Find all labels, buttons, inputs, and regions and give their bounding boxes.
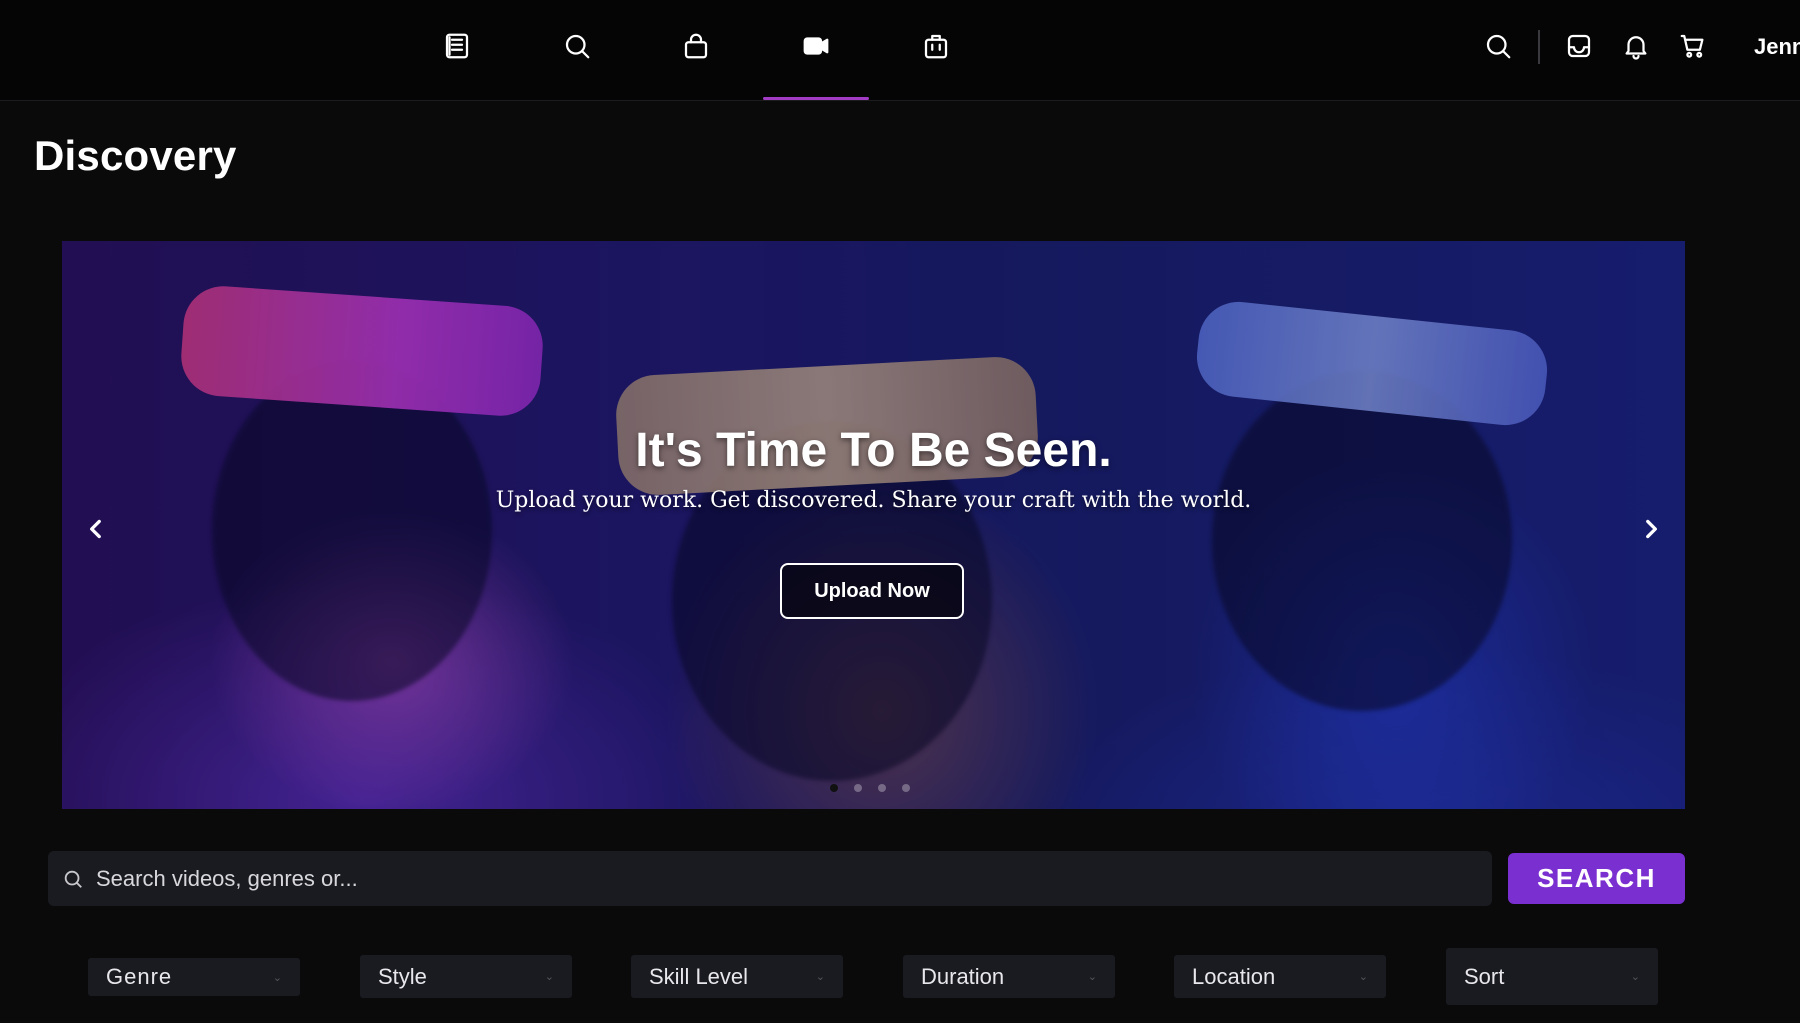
filter-duration[interactable]: Duration ⌄ <box>903 955 1115 998</box>
briefcase-icon[interactable] <box>918 28 954 64</box>
chevron-left-icon <box>90 519 101 539</box>
carousel-prev-arrow[interactable] <box>76 509 116 549</box>
cart-icon[interactable] <box>1675 28 1711 64</box>
filter-skill-level[interactable]: Skill Level ⌄ <box>631 955 843 998</box>
filter-sort[interactable]: Sort ⌄ <box>1446 948 1658 1005</box>
search-button[interactable]: SEARCH <box>1508 853 1685 904</box>
search-icon[interactable] <box>1480 28 1516 64</box>
chevron-down-icon: ⌄ <box>544 971 554 983</box>
filter-location[interactable]: Location ⌄ <box>1174 955 1386 998</box>
page-title: Discovery <box>34 132 237 179</box>
filter-label: Sort <box>1464 963 1505 989</box>
hero-overlay <box>62 241 1685 809</box>
active-tab-indicator <box>763 97 869 100</box>
video-camera-icon[interactable] <box>798 28 834 64</box>
hero-subtitle: Upload your work. Get discovered. Share … <box>495 488 1252 513</box>
carousel-dot[interactable] <box>878 784 886 792</box>
hero-carousel: It's Time To Be Seen. Upload your work. … <box>62 241 1685 809</box>
shopping-bag-icon[interactable] <box>678 28 714 64</box>
chevron-down-icon: ⌄ <box>272 971 282 984</box>
filter-label: Duration <box>921 963 1005 989</box>
hero-title: It's Time To Be Seen. <box>635 424 1112 477</box>
chevron-down-icon: ⌄ <box>1087 971 1097 983</box>
carousel-dot[interactable] <box>854 784 862 792</box>
chevron-down-icon: ⌄ <box>1630 971 1640 983</box>
bell-icon[interactable] <box>1618 28 1654 64</box>
filter-label: Genre <box>106 964 173 989</box>
user-name[interactable]: Jenn <box>1754 34 1800 60</box>
carousel-dot[interactable] <box>830 784 838 792</box>
upload-now-button[interactable]: Upload Now <box>780 563 964 619</box>
carousel-dots <box>830 784 910 792</box>
search-bar <box>48 851 1492 906</box>
filter-label: Skill Level <box>649 963 749 989</box>
top-navigation: Jenn <box>0 0 1800 101</box>
nav-divider <box>1538 30 1540 64</box>
search-icon[interactable] <box>559 28 595 64</box>
carousel-dot[interactable] <box>902 784 910 792</box>
search-icon <box>64 870 82 888</box>
filter-label: Location <box>1192 963 1276 989</box>
filter-label: Style <box>378 963 427 989</box>
inbox-icon[interactable] <box>1561 28 1597 64</box>
newspaper-icon[interactable] <box>439 28 475 64</box>
chevron-down-icon: ⌄ <box>815 971 825 983</box>
chevron-right-icon <box>1646 519 1657 539</box>
search-input[interactable] <box>94 864 1492 893</box>
filter-style[interactable]: Style ⌄ <box>360 955 572 998</box>
filter-genre[interactable]: Genre ⌄ <box>88 958 300 996</box>
chevron-down-icon: ⌄ <box>1358 971 1368 983</box>
carousel-next-arrow[interactable] <box>1631 509 1671 549</box>
